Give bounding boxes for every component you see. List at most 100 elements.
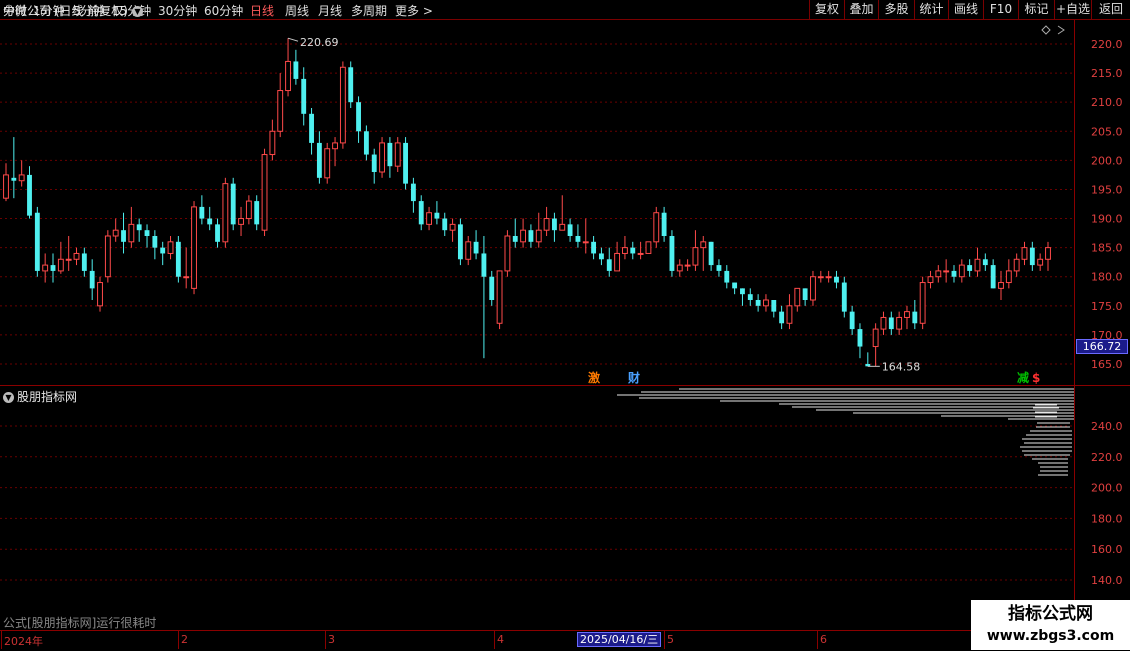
candle-body — [825, 276, 832, 279]
candle-body — [207, 218, 213, 225]
candle-body — [356, 102, 361, 132]
period-tab-9[interactable]: 多周期 — [351, 2, 387, 19]
candle-body — [535, 229, 542, 243]
candle-body — [1013, 258, 1020, 272]
candle-body — [136, 224, 142, 231]
pane-separator[interactable] — [0, 385, 1130, 386]
toolbar-button-0[interactable]: 复权 — [809, 0, 844, 19]
candle-body — [598, 253, 604, 260]
period-tab-6[interactable]: 日线 — [250, 2, 274, 19]
current-price-tag: 166.72 — [1076, 339, 1128, 354]
candle-body — [943, 270, 950, 273]
candle-body — [277, 90, 284, 132]
toolbar-button-8[interactable]: 返回 — [1091, 0, 1130, 19]
candle-body — [1037, 258, 1044, 266]
candle-body — [371, 154, 377, 172]
chevron-down-icon[interactable]: ▼ — [132, 6, 143, 17]
candle-body — [316, 142, 322, 178]
toolbar-button-6[interactable]: 标记 — [1018, 0, 1054, 19]
indicator-y-tick-label: 220.0 — [1091, 451, 1123, 464]
price-axis-divider — [1074, 20, 1075, 630]
candle-body — [669, 236, 675, 271]
candle-body — [112, 229, 119, 237]
period-tab-4[interactable]: 30分钟 — [158, 2, 197, 19]
candle-body — [982, 259, 988, 266]
period-toolbar: 分时1分钟5分钟15分钟30分钟60分钟日线周线月线多周期更多 >复权叠加多股统… — [0, 0, 1130, 20]
candle-body — [175, 241, 181, 277]
candle-body — [700, 241, 707, 249]
candle-body — [880, 316, 887, 330]
stock-title[interactable]: 中微公司 (日线 前复权) ▼ — [3, 2, 143, 19]
candle-body — [841, 282, 847, 312]
event-tag: $ — [1032, 371, 1040, 385]
candle-body — [410, 183, 416, 202]
candle-body — [817, 276, 824, 279]
period-tab-10[interactable]: 更多 > — [395, 2, 433, 19]
candle-body — [387, 142, 393, 167]
candle-body — [724, 270, 730, 283]
candle-body — [551, 218, 557, 231]
y-tick-label: 205.0 — [1091, 125, 1123, 138]
candle-body — [465, 241, 472, 260]
candle-body — [716, 265, 722, 271]
chevron-down-icon[interactable]: ▼ — [3, 392, 14, 403]
candle-body — [18, 174, 25, 182]
period-tab-5[interactable]: 60分钟 — [204, 2, 243, 19]
formula-status-text: 公式[股朋指标网]运行很耗时 — [3, 616, 157, 630]
period-tab-8[interactable]: 月线 — [318, 2, 342, 19]
candle-body — [481, 253, 487, 277]
candle-body — [1045, 247, 1051, 260]
candle-body — [238, 218, 244, 225]
candle-body — [740, 288, 745, 295]
candle-body — [732, 282, 738, 289]
candle-body — [919, 282, 926, 324]
candle-body — [802, 288, 808, 300]
candle-body — [285, 60, 291, 92]
candle-body — [786, 305, 793, 324]
toolbar-button-3[interactable]: 统计 — [914, 0, 948, 19]
y-tick-label: 215.0 — [1091, 67, 1123, 80]
candle-body — [215, 224, 220, 242]
chevron-right-icon — [1057, 25, 1065, 35]
candle-body — [293, 61, 299, 79]
candle-body — [512, 236, 518, 242]
candle-body — [199, 206, 205, 219]
candle-body — [3, 174, 9, 199]
toolbar-button-5[interactable]: F10 — [983, 0, 1018, 19]
candle-body — [449, 223, 456, 231]
candle-body — [755, 300, 761, 306]
date-axis-label: 3 — [328, 633, 335, 646]
candle-body — [927, 276, 934, 284]
indicator-title[interactable]: ▼ 股朋指标网 — [3, 388, 77, 405]
toolbar-button-4[interactable]: 画线 — [948, 0, 983, 19]
candle-body — [888, 317, 894, 330]
indicator-title-text: 股朋指标网 — [17, 390, 78, 404]
candle-body — [606, 259, 612, 271]
toolbar-button-1[interactable]: 叠加 — [844, 0, 878, 19]
toolbar-button-7[interactable]: +自选 — [1054, 0, 1091, 19]
candle-body — [301, 78, 307, 114]
stock-title-text: 中微公司 (日线 前复权) — [3, 4, 128, 18]
candle-body — [65, 258, 72, 261]
candle-body — [771, 300, 777, 312]
candle-body — [692, 247, 699, 266]
candle-body — [496, 270, 503, 324]
candle-body — [57, 258, 64, 272]
period-tab-7[interactable]: 周线 — [285, 2, 309, 19]
candle-body — [990, 265, 996, 289]
candle-body — [912, 311, 918, 324]
kline-chart[interactable]: 220.0 215.0 210.0 205.0 200.0 195.0 190.0 185.0… — [0, 20, 1130, 630]
toolbar-button-2[interactable]: 多股 — [878, 0, 914, 19]
date-tick — [494, 631, 495, 649]
y-tick-label: 200.0 — [1091, 154, 1123, 167]
high-price-label: 220.69 — [300, 36, 339, 49]
candle-body — [152, 236, 158, 248]
event-tag: 减 — [1017, 370, 1029, 385]
candle-body — [489, 276, 495, 300]
high-pointer — [287, 37, 299, 42]
candle-body — [857, 329, 863, 347]
date-tick — [664, 631, 665, 649]
candle-body — [332, 142, 338, 150]
candle-body — [434, 212, 440, 219]
event-tag: 财 — [627, 370, 640, 385]
